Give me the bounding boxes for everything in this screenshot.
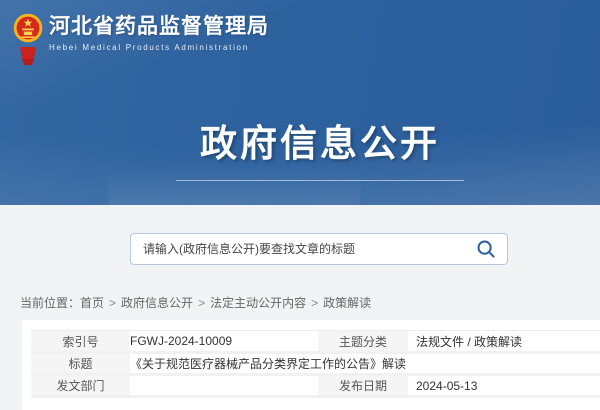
- field-value-issuing-department: [130, 375, 318, 397]
- breadcrumb-label: 当前位置：: [20, 296, 80, 310]
- breadcrumb-item-gov-info[interactable]: 政府信息公开: [121, 296, 193, 310]
- breadcrumb-separator: >: [198, 296, 205, 310]
- field-label-issuing-department: 发文部门: [31, 375, 130, 397]
- info-table: 索引号 FGWJ-2024-10009 主题分类 法规文件 / 政策解读 标题 …: [31, 330, 600, 398]
- site-brand-text: 河北省药品监督管理局 Hebei Medical Products Admini…: [49, 9, 269, 52]
- search-icon: [476, 239, 496, 259]
- site-name: 河北省药品监督管理局: [49, 15, 269, 39]
- field-label-title: 标题: [31, 353, 130, 375]
- national-emblem-icon: [13, 9, 43, 67]
- table-row-department: 发文部门 发布日期 2024-05-13: [31, 375, 600, 397]
- header-banner: 河北省药品监督管理局 Hebei Medical Products Admini…: [0, 0, 600, 205]
- field-label-publish-date: 发布日期: [318, 375, 408, 397]
- table-row-index: 索引号 FGWJ-2024-10009 主题分类 法规文件 / 政策解读: [31, 331, 600, 353]
- banner-title-block: 政府信息公开: [20, 113, 600, 181]
- field-value-title: 《关于规范医疗器械产品分类界定工作的公告》解读: [130, 353, 600, 375]
- breadcrumb-item-disclosure-content[interactable]: 法定主动公开内容: [210, 296, 306, 310]
- field-value-index-number: FGWJ-2024-10009: [130, 331, 318, 353]
- table-row-title: 标题 《关于规范医疗器械产品分类界定工作的公告》解读: [31, 353, 600, 375]
- field-value-topic-category: 法规文件 / 政策解读: [408, 331, 600, 353]
- search-input[interactable]: [131, 234, 472, 264]
- search-box: [130, 233, 508, 265]
- breadcrumb-item-home[interactable]: 首页: [80, 296, 104, 310]
- site-brand[interactable]: 河北省药品监督管理局 Hebei Medical Products Admini…: [13, 9, 269, 67]
- field-value-publish-date: 2024-05-13: [408, 375, 600, 397]
- breadcrumb-separator: >: [311, 296, 318, 310]
- breadcrumb-separator: >: [109, 296, 116, 310]
- site-name-en: Hebei Medical Products Administration: [49, 43, 269, 52]
- breadcrumb-item-policy-interpretation[interactable]: 政策解读: [323, 296, 371, 310]
- banner-underline: [176, 180, 464, 181]
- field-label-topic-category: 主题分类: [318, 331, 408, 353]
- search-button[interactable]: [472, 239, 507, 259]
- content-panel: 索引号 FGWJ-2024-10009 主题分类 法规文件 / 政策解读 标题 …: [22, 320, 600, 410]
- banner-title: 政府信息公开: [20, 113, 600, 167]
- field-label-index-number: 索引号: [31, 331, 130, 353]
- breadcrumb: 当前位置：首页 > 政府信息公开 > 法定主动公开内容 > 政策解读: [20, 294, 371, 311]
